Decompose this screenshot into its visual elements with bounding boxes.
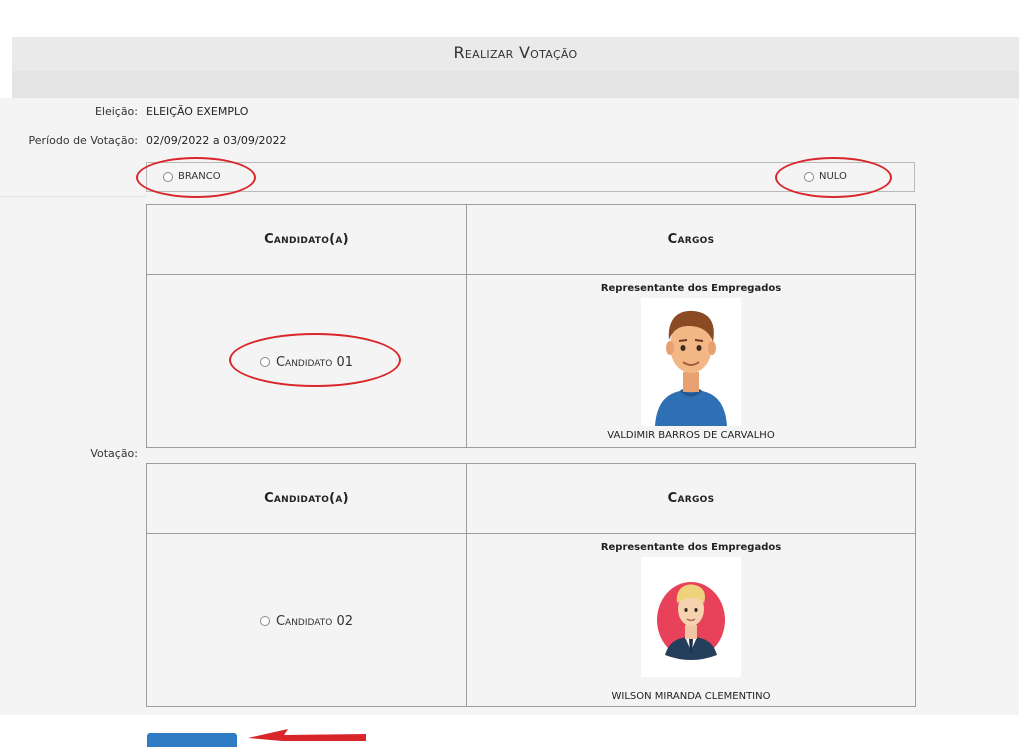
votacao-label: Votação: — [90, 447, 138, 460]
highlight-branco — [136, 157, 256, 198]
candidato-02-label: Candidato 02 — [275, 613, 354, 629]
periodo-label: Período de Votação: — [28, 134, 138, 147]
cargo-title: Representante dos Empregados — [600, 542, 782, 553]
page-title: Realizar Votação — [453, 43, 578, 62]
col-candidato-header: Candidato(a) — [146, 204, 467, 275]
title-bar: Realizar Votação — [12, 37, 1019, 71]
row-divider — [0, 196, 146, 197]
candidate-table-2: Candidato(a) Cargos Candidato 02 Represe… — [146, 463, 916, 707]
col-cargos-header: Cargos — [466, 204, 916, 275]
confirm-button[interactable] — [147, 733, 237, 747]
sub-header-bar — [12, 71, 1019, 98]
candidate-name: WILSON MIRANDA CLEMENTINO — [611, 691, 771, 702]
highlight-nulo — [775, 157, 892, 198]
candidate-photo — [641, 298, 741, 426]
arrow-icon — [248, 729, 366, 741]
cargo-title: Representante dos Empregados — [600, 283, 782, 294]
cargo-cell: Representante dos Empregados WILSON MIRA… — [466, 533, 916, 707]
cargo-cell: Representante dos Empregados VALDIMIR BA… — [466, 274, 916, 448]
col-cargos-header: Cargos — [466, 463, 916, 534]
candidate-table-1: Candidato(a) Cargos Candidato 01 Represe… — [146, 204, 916, 448]
col-candidato-header: Candidato(a) — [146, 463, 467, 534]
candidate-cell[interactable]: Candidato 02 — [146, 533, 467, 707]
candidate-name: VALDIMIR BARROS DE CARVALHO — [607, 430, 775, 441]
eleicao-label: Eleição: — [94, 105, 138, 118]
candidate-photo — [641, 557, 741, 677]
eleicao-value: ELEIÇÃO EXEMPLO — [146, 105, 249, 118]
highlight-candidato-01 — [229, 333, 401, 387]
candidato-02-radio[interactable] — [259, 616, 270, 626]
periodo-value: 02/09/2022 a 03/09/2022 — [146, 134, 287, 147]
